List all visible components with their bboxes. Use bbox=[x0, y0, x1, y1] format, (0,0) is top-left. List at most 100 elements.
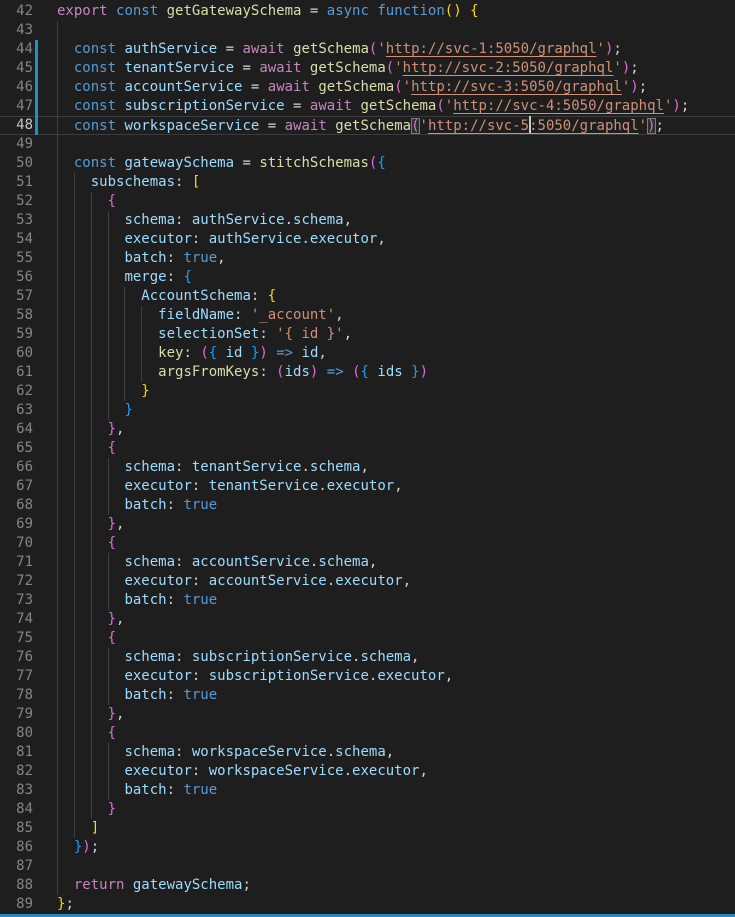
code-line-81[interactable]: 81 schema: workspaceService.schema, bbox=[0, 743, 735, 762]
line-number[interactable]: 81 bbox=[0, 743, 33, 762]
code-line-52[interactable]: 52 { bbox=[0, 192, 735, 211]
line-number[interactable]: 86 bbox=[0, 838, 33, 857]
line-number[interactable]: 62 bbox=[0, 382, 33, 401]
line-number[interactable]: 68 bbox=[0, 496, 33, 515]
line-number[interactable]: 85 bbox=[0, 819, 33, 838]
line-number[interactable]: 56 bbox=[0, 268, 33, 287]
line-number[interactable]: 63 bbox=[0, 401, 33, 420]
code-line-60[interactable]: 60 key: ({ id }) => id, bbox=[0, 344, 735, 363]
code-token bbox=[57, 535, 108, 551]
line-number[interactable]: 73 bbox=[0, 591, 33, 610]
code-line-69[interactable]: 69 }, bbox=[0, 515, 735, 534]
code-line-64[interactable]: 64 }, bbox=[0, 420, 735, 439]
line-number[interactable]: 43 bbox=[0, 21, 33, 40]
code-line-87[interactable]: 87 bbox=[0, 857, 735, 876]
code-line-68[interactable]: 68 batch: true bbox=[0, 496, 735, 515]
line-number[interactable]: 65 bbox=[0, 439, 33, 458]
code-line-66[interactable]: 66 schema: tenantService.schema, bbox=[0, 458, 735, 477]
code-line-84[interactable]: 84 } bbox=[0, 800, 735, 819]
line-number[interactable]: 88 bbox=[0, 876, 33, 895]
line-number[interactable]: 44 bbox=[0, 40, 33, 59]
line-number[interactable]: 50 bbox=[0, 154, 33, 173]
line-number[interactable]: 53 bbox=[0, 211, 33, 230]
code-line-57[interactable]: 57 AccountSchema: { bbox=[0, 287, 735, 306]
code-line-86[interactable]: 86 }); bbox=[0, 838, 735, 857]
code-line-62[interactable]: 62 } bbox=[0, 382, 735, 401]
line-number[interactable]: 61 bbox=[0, 363, 33, 382]
line-number[interactable]: 58 bbox=[0, 306, 33, 325]
line-number[interactable]: 67 bbox=[0, 477, 33, 496]
code-line-49[interactable]: 49 bbox=[0, 135, 735, 154]
code-line-89[interactable]: 89}; bbox=[0, 895, 735, 914]
code-line-61[interactable]: 61 argsFromKeys: (ids) => ({ ids }) bbox=[0, 363, 735, 382]
code-line-51[interactable]: 51 subschemas: [ bbox=[0, 173, 735, 192]
code-line-46[interactable]: 46 const accountService = await getSchem… bbox=[0, 78, 735, 97]
code-line-65[interactable]: 65 { bbox=[0, 439, 735, 458]
code-line-42[interactable]: 42export const getGatewaySchema = async … bbox=[0, 2, 735, 21]
code-line-67[interactable]: 67 executor: tenantService.executor, bbox=[0, 477, 735, 496]
code-line-56[interactable]: 56 merge: { bbox=[0, 268, 735, 287]
code-line-58[interactable]: 58 fieldName: '_account', bbox=[0, 306, 735, 325]
code-line-75[interactable]: 75 { bbox=[0, 629, 735, 648]
code-line-47[interactable]: 47 const subscriptionService = await get… bbox=[0, 97, 735, 116]
line-number[interactable]: 57 bbox=[0, 287, 33, 306]
line-number[interactable]: 74 bbox=[0, 610, 33, 629]
line-number[interactable]: 89 bbox=[0, 895, 33, 914]
line-number[interactable]: 70 bbox=[0, 534, 33, 553]
line-number[interactable]: 60 bbox=[0, 344, 33, 363]
line-number[interactable]: 79 bbox=[0, 705, 33, 724]
line-number[interactable]: 84 bbox=[0, 800, 33, 819]
code-line-45[interactable]: 45 const tenantService = await getSchema… bbox=[0, 59, 735, 78]
code-line-48[interactable]: 48 const workspaceService = await getSch… bbox=[0, 116, 735, 135]
line-number[interactable]: 69 bbox=[0, 515, 33, 534]
line-number[interactable]: 64 bbox=[0, 420, 33, 439]
line-number[interactable]: 59 bbox=[0, 325, 33, 344]
code-line-55[interactable]: 55 batch: true, bbox=[0, 249, 735, 268]
line-number[interactable]: 52 bbox=[0, 192, 33, 211]
code-line-50[interactable]: 50 const gatewaySchema = stitchSchemas({ bbox=[0, 154, 735, 173]
code-line-44[interactable]: 44 const authService = await getSchema('… bbox=[0, 40, 735, 59]
line-number[interactable]: 55 bbox=[0, 249, 33, 268]
code-line-63[interactable]: 63 } bbox=[0, 401, 735, 420]
line-number[interactable]: 47 bbox=[0, 97, 33, 116]
line-number[interactable]: 49 bbox=[0, 135, 33, 154]
code-line-82[interactable]: 82 executor: workspaceService.executor, bbox=[0, 762, 735, 781]
line-number[interactable]: 66 bbox=[0, 458, 33, 477]
line-number[interactable]: 77 bbox=[0, 667, 33, 686]
line-number[interactable]: 87 bbox=[0, 857, 33, 876]
line-number[interactable]: 80 bbox=[0, 724, 33, 743]
code-token: { bbox=[470, 3, 478, 19]
code-line-80[interactable]: 80 { bbox=[0, 724, 735, 743]
code-line-71[interactable]: 71 schema: accountService.schema, bbox=[0, 553, 735, 572]
code-editor[interactable]: 42export const getGatewaySchema = async … bbox=[0, 0, 735, 914]
code-line-53[interactable]: 53 schema: authService.schema, bbox=[0, 211, 735, 230]
line-number[interactable]: 83 bbox=[0, 781, 33, 800]
code-token: [ bbox=[192, 174, 200, 190]
code-line-77[interactable]: 77 executor: subscriptionService.executo… bbox=[0, 667, 735, 686]
code-line-76[interactable]: 76 schema: subscriptionService.schema, bbox=[0, 648, 735, 667]
line-number[interactable]: 82 bbox=[0, 762, 33, 781]
code-line-88[interactable]: 88 return gatewaySchema; bbox=[0, 876, 735, 895]
line-number[interactable]: 78 bbox=[0, 686, 33, 705]
line-number[interactable]: 48 bbox=[0, 116, 33, 135]
line-number[interactable]: 71 bbox=[0, 553, 33, 572]
code-line-85[interactable]: 85 ] bbox=[0, 819, 735, 838]
code-line-72[interactable]: 72 executor: accountService.executor, bbox=[0, 572, 735, 591]
line-number[interactable]: 51 bbox=[0, 173, 33, 192]
line-number[interactable]: 72 bbox=[0, 572, 33, 591]
line-number[interactable]: 46 bbox=[0, 78, 33, 97]
code-line-43[interactable]: 43 bbox=[0, 21, 735, 40]
line-number[interactable]: 75 bbox=[0, 629, 33, 648]
code-line-83[interactable]: 83 batch: true bbox=[0, 781, 735, 800]
code-line-59[interactable]: 59 selectionSet: '{ id }', bbox=[0, 325, 735, 344]
code-line-74[interactable]: 74 }, bbox=[0, 610, 735, 629]
code-line-79[interactable]: 79 }, bbox=[0, 705, 735, 724]
line-number[interactable]: 54 bbox=[0, 230, 33, 249]
code-line-78[interactable]: 78 batch: true bbox=[0, 686, 735, 705]
code-line-70[interactable]: 70 { bbox=[0, 534, 735, 553]
code-line-54[interactable]: 54 executor: authService.executor, bbox=[0, 230, 735, 249]
line-number[interactable]: 42 bbox=[0, 2, 33, 21]
line-number[interactable]: 76 bbox=[0, 648, 33, 667]
code-line-73[interactable]: 73 batch: true bbox=[0, 591, 735, 610]
line-number[interactable]: 45 bbox=[0, 59, 33, 78]
